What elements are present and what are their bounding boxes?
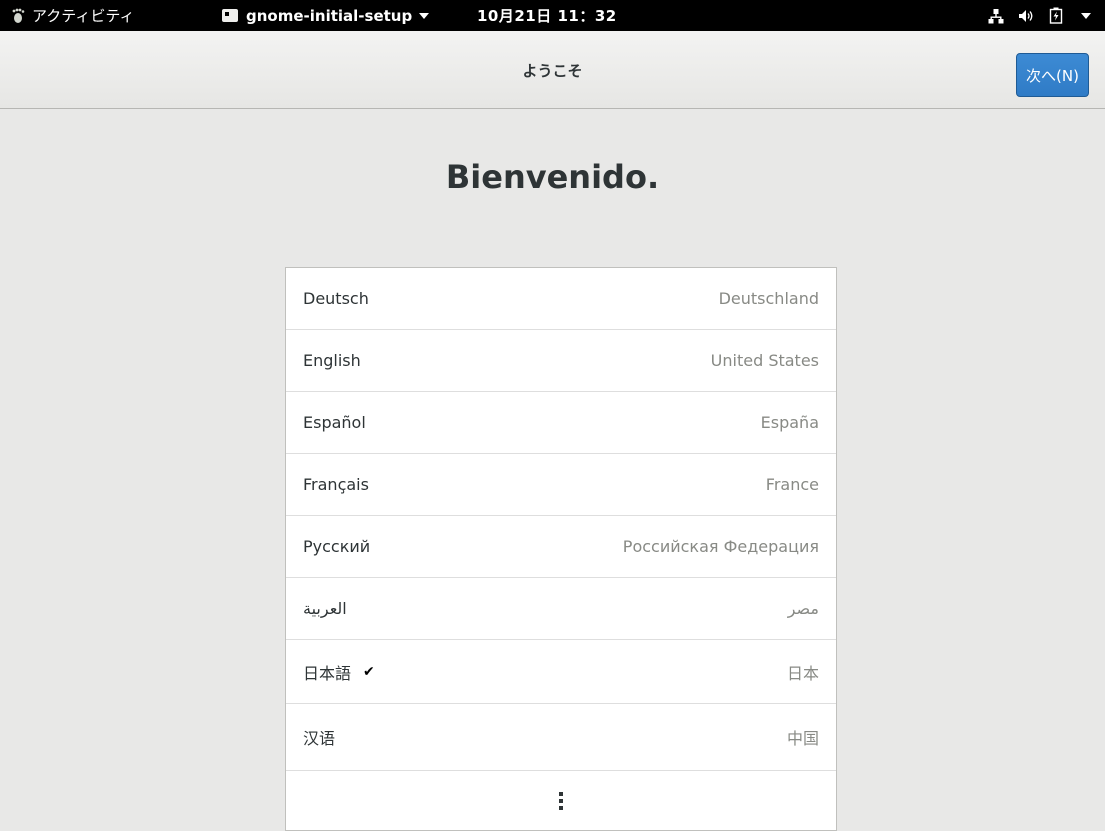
app-menu[interactable]: gnome-initial-setup <box>222 0 430 31</box>
check-icon: ✔ <box>363 663 375 680</box>
language-name: Español <box>303 413 366 432</box>
country-name: Deutschland <box>718 289 819 308</box>
language-row-espanol[interactable]: Español España <box>286 392 836 454</box>
language-row-english[interactable]: English United States <box>286 330 836 392</box>
header-bar: ようこそ 次へ(N) <box>0 31 1105 109</box>
country-name: France <box>765 475 819 494</box>
language-row-francais[interactable]: Français France <box>286 454 836 516</box>
system-menu[interactable] <box>975 0 1095 31</box>
country-name: España <box>760 413 819 432</box>
clock[interactable]: 10月21日 11：32 <box>477 0 617 31</box>
country-name: 中国 <box>786 729 819 748</box>
language-row-deutsch[interactable]: Deutsch Deutschland <box>286 268 836 330</box>
language-name: العربية <box>303 599 347 618</box>
clock-label: 10月21日 11：32 <box>477 7 617 25</box>
top-bar: アクティビティ gnome-initial-setup 10月21日 11：32 <box>0 0 1105 31</box>
language-row-arabic[interactable]: العربية مصر <box>286 578 836 640</box>
country-name: مصر <box>787 599 819 618</box>
activities-button[interactable]: アクティビティ <box>10 0 134 31</box>
volume-icon <box>1017 7 1035 25</box>
language-name: Français <box>303 475 369 494</box>
language-name: Deutsch <box>303 289 369 308</box>
country-name: Российская Федерация <box>622 537 819 556</box>
more-languages-button[interactable] <box>286 771 836 831</box>
country-name: 日本 <box>786 663 819 683</box>
battery-icon <box>1047 7 1065 25</box>
language-name-selected: 日本語 ✔ <box>303 660 375 684</box>
language-label: 日本語 <box>303 663 352 683</box>
language-row-russian[interactable]: Русский Российская Федерация <box>286 516 836 578</box>
language-row-chinese[interactable]: 汉语 中国 <box>286 704 836 771</box>
language-name: 汉语 <box>303 729 336 748</box>
menu-arrow-icon <box>1077 7 1095 25</box>
language-list: Deutsch Deutschland English United State… <box>285 267 837 831</box>
country-name: United States <box>710 351 819 370</box>
activities-label: アクティビティ <box>32 7 135 25</box>
menu-arrow-icon <box>419 12 430 19</box>
language-name: Русский <box>303 537 371 556</box>
page-title: ようこそ <box>522 61 583 80</box>
foot-icon <box>10 7 26 25</box>
welcome-heading: Bienvenido. <box>445 158 660 196</box>
more-icon <box>559 792 563 810</box>
language-row-japanese[interactable]: 日本語 ✔ 日本 <box>286 640 836 704</box>
next-button[interactable]: 次へ(N) <box>1016 53 1089 97</box>
language-name: English <box>303 351 361 370</box>
app-menu-label: gnome-initial-setup <box>246 6 413 25</box>
window-icon <box>222 9 238 22</box>
network-icon <box>987 7 1005 25</box>
